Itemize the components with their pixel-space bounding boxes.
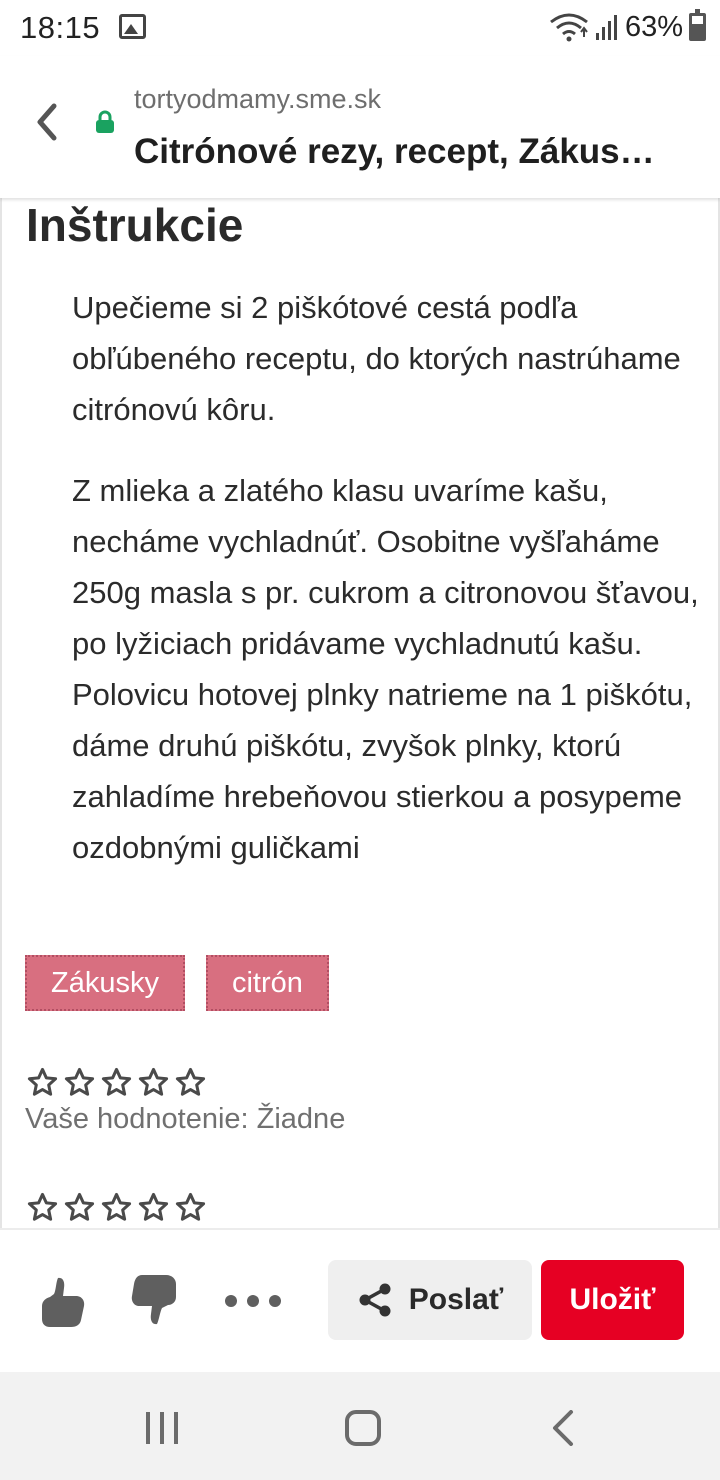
page-title: Citrónové rezy, recept, Zákus… (134, 132, 655, 171)
more-options-icon[interactable] (224, 1292, 282, 1310)
tag-list: Zákusky citrón (25, 955, 329, 1011)
wifi-icon (550, 13, 588, 42)
save-button[interactable]: Uložiť (541, 1260, 684, 1340)
share-button[interactable]: Poslať (328, 1260, 532, 1340)
user-rating-stars[interactable] (25, 1066, 208, 1099)
thumbs-down-icon[interactable] (128, 1272, 180, 1328)
status-right: 63% (549, 9, 706, 44)
screen: 18:15 63% tortyodmamy.sme.sk Citrónové r… (0, 0, 720, 1480)
signal-icon (595, 15, 617, 40)
tag-citron[interactable]: citrón (205, 955, 329, 1011)
star-icon (27, 1192, 58, 1221)
star-icon[interactable] (99, 1066, 134, 1099)
recipe-content: Inštrukcie Upečieme si 2 piškótové cestá… (0, 198, 720, 1228)
star-icon (175, 1192, 206, 1221)
url-bar: tortyodmamy.sme.sk Citrónové rezy, recep… (0, 56, 720, 198)
home-icon[interactable] (345, 1410, 381, 1446)
instruction-paragraph: Z mlieka a zlatého klasu uvaríme kašu, n… (72, 473, 699, 865)
thumbs-up-icon[interactable] (38, 1274, 90, 1330)
recent-apps-icon[interactable] (144, 1410, 180, 1446)
star-icon[interactable] (136, 1066, 171, 1099)
instructions-heading: Inštrukcie (26, 199, 244, 251)
system-nav-bar (0, 1372, 720, 1480)
chevron-left-icon[interactable] (30, 102, 66, 142)
tag-zakusky[interactable]: Zákusky (25, 955, 185, 1011)
battery-icon (689, 9, 706, 41)
image-icon (119, 14, 146, 39)
battery-percentage: 63% (624, 10, 683, 43)
share-icon (359, 1283, 391, 1317)
star-icon (64, 1192, 95, 1221)
action-bar: Poslať Uložiť (0, 1228, 720, 1372)
battery-fill (692, 24, 703, 38)
share-label: Poslať (408, 1283, 504, 1316)
lock-icon (96, 110, 114, 133)
average-rating-stars (25, 1191, 208, 1224)
instructions-text: Upečieme si 2 piškótové cestá podľa obľú… (72, 282, 702, 903)
status-bar: 18:15 63% (0, 0, 720, 56)
star-icon (101, 1192, 132, 1221)
star-icon[interactable] (25, 1066, 60, 1099)
star-icon[interactable] (62, 1066, 97, 1099)
star-icon (138, 1192, 169, 1221)
star-icon[interactable] (173, 1066, 208, 1099)
nav-back-icon[interactable] (551, 1410, 575, 1446)
url-domain: tortyodmamy.sme.sk (134, 84, 382, 114)
rating-label: Vaše hodnotenie: Žiadne (25, 1103, 346, 1135)
instruction-paragraph: Upečieme si 2 piškótové cestá podľa obľú… (72, 290, 681, 427)
status-time: 18:15 (20, 10, 101, 45)
